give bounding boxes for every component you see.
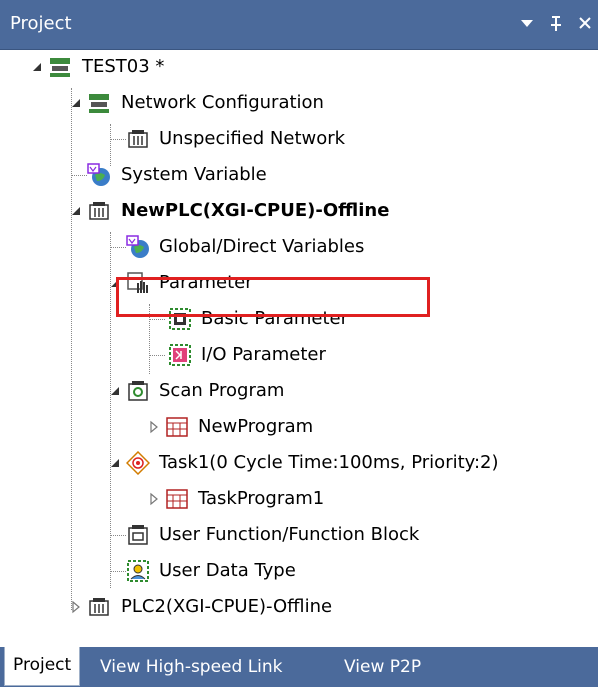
tree-item-plc2[interactable]: PLC2(XGI-CPUE)-Offline [0,589,598,625]
user-data-type-icon [126,559,150,583]
tree-item-global-direct-variables[interactable]: Global/Direct Variables [0,229,598,265]
dropdown-icon[interactable] [520,11,534,42]
tab-view-high-speed-link[interactable]: View High-speed Link [92,647,291,687]
highlight-box [116,277,430,317]
tree-item-label: Unspecified Network [159,128,346,149]
tree-item-plc1[interactable]: NewPLC(XGI-CPUE)-Offline [0,193,598,229]
tree-item-label: Network Configuration [121,92,324,113]
expand-toggle-icon[interactable] [69,600,83,614]
tree-item-label: User Function/Function Block [159,524,420,545]
panel-title-bar: Project [0,0,598,50]
tree-item-project[interactable]: TEST03 * [0,49,598,85]
tab-project[interactable]: Project [4,647,81,686]
collapse-toggle-icon[interactable] [108,456,122,470]
tree-item-label: PLC2(XGI-CPUE)-Offline [121,596,333,617]
tree-item-unspecified-network[interactable]: Unspecified Network [0,121,598,157]
tree-item-user-function-block[interactable]: User Function/Function Block [0,517,598,553]
tree-item-user-data-type[interactable]: User Data Type [0,553,598,589]
pin-icon[interactable] [549,11,563,42]
tree-item-label: Task1(0 Cycle Time:100ms, Priority:2) [159,452,499,473]
expand-toggle-icon[interactable] [147,420,161,434]
panel-title: Project [10,13,72,34]
plc-icon [126,127,150,151]
io-parameter-icon [168,343,192,367]
program-icon [165,487,189,511]
collapse-toggle-icon[interactable] [30,60,44,74]
tree-item-label: TEST03 * [82,56,165,77]
tree-item-network-configuration[interactable]: Network Configuration [0,85,598,121]
tree-item-label: TaskProgram1 [198,488,325,509]
program-icon [165,415,189,439]
plc-icon [87,595,111,619]
tree-item-task-program1[interactable]: TaskProgram1 [0,481,598,517]
network-configuration-icon [87,91,111,115]
tree-item-label: Scan Program [159,380,285,401]
project-network-icon [48,55,72,79]
tree-item-task1[interactable]: Task1(0 Cycle Time:100ms, Priority:2) [0,445,598,481]
tree-item-label: System Variable [121,164,267,185]
plc-icon [87,199,111,223]
tree-item-new-program[interactable]: NewProgram [0,409,598,445]
tree-item-label: User Data Type [159,560,296,581]
expand-toggle-icon[interactable] [147,492,161,506]
function-block-icon [126,523,150,547]
scan-program-icon [126,379,150,403]
collapse-toggle-icon[interactable] [108,384,122,398]
variable-globe-icon [126,235,150,259]
tree-item-label: NewPLC(XGI-CPUE)-Offline [121,200,390,221]
collapse-toggle-icon[interactable] [69,96,83,110]
tab-bar: Project View High-speed Link View P2P [0,647,598,687]
collapse-toggle-icon[interactable] [69,204,83,218]
task-diamond-icon [126,451,150,475]
tab-view-p2p[interactable]: View P2P [336,647,429,687]
tree-item-scan-program[interactable]: Scan Program [0,373,598,409]
tree-item-label: I/O Parameter [201,344,326,365]
close-icon[interactable] [578,11,592,42]
variable-globe-icon [87,163,111,187]
tree-item-label: Global/Direct Variables [159,236,365,257]
project-tree: TEST03 * Network Configuration Unspecifi… [0,49,598,629]
tree-item-system-variable[interactable]: System Variable [0,157,598,193]
tree-item-io-parameter[interactable]: I/O Parameter [0,337,598,373]
tree-item-label: NewProgram [198,416,314,437]
